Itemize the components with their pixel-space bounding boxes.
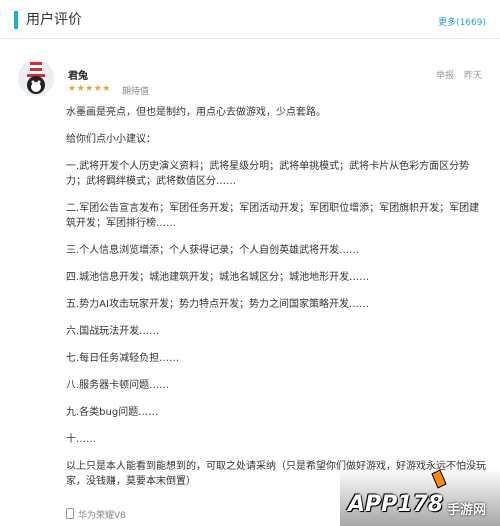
accent-bar — [14, 11, 18, 29]
review-paragraph: 水墨画是亮点，但也是制约，用点心去做游戏，少点套路。 — [66, 107, 326, 118]
review-paragraph: 六.国战玩法开发…… — [66, 326, 160, 337]
review-date: 昨天 — [464, 71, 483, 81]
review-paragraph: 七.每日任务减轻负担…… — [66, 353, 180, 364]
report-link[interactable]: 举报 — [436, 68, 454, 81]
review-paragraph: 二.军团公告宣言发布；军团任务开发；军团活动开发；军团职位增添；军团旗帜开发；军… — [66, 203, 480, 229]
review-paragraph: 三.个人信息浏览增添；个人获得记录；个人自创英雄武将开发…… — [66, 245, 360, 256]
username[interactable]: 君兔 — [68, 67, 88, 82]
review-paragraph: 九.各类bug问题…… — [66, 407, 159, 418]
more-link[interactable]: 更多(1669) — [438, 15, 486, 28]
phone-icon — [66, 508, 74, 519]
watermark-subtext: 手游网 — [447, 503, 487, 518]
rating-label: 期待值 — [122, 87, 150, 97]
review-paragraph: 十…… — [66, 434, 96, 445]
review-paragraph: 八.服务器卡顿问题…… — [66, 380, 170, 391]
watermark-text: APP178 — [348, 492, 444, 517]
section-title: 用户评价 — [26, 12, 82, 28]
review-paragraph: 给你们点小小建议： — [66, 134, 156, 145]
section-header: 用户评价 更多(1669) — [0, 0, 500, 39]
cat-in-hat-icon — [18, 60, 54, 96]
device-name: 华为荣耀V8 — [78, 511, 126, 521]
device-info: 华为荣耀V8 — [66, 508, 126, 521]
review-paragraph: 一.武将开发个人历史演义资料；武将星级分明；武将单挑模式；武将卡片从色彩方面区分… — [66, 161, 470, 187]
avatar[interactable] — [18, 60, 54, 96]
review-paragraph: 五.势力AI攻击玩家开发；势力特点开发；势力之间国家策略开发…… — [66, 299, 369, 310]
star-rating: ★★★★★ — [68, 84, 111, 94]
review-content: 水墨画是亮点，但也是制约，用点心去做游戏，少点套路。 给你们点小小建议： 一.武… — [66, 105, 486, 501]
review-paragraph: 四.城池信息开发；城池建筑开发；城池名城区分；城池地形开发…… — [66, 272, 370, 283]
